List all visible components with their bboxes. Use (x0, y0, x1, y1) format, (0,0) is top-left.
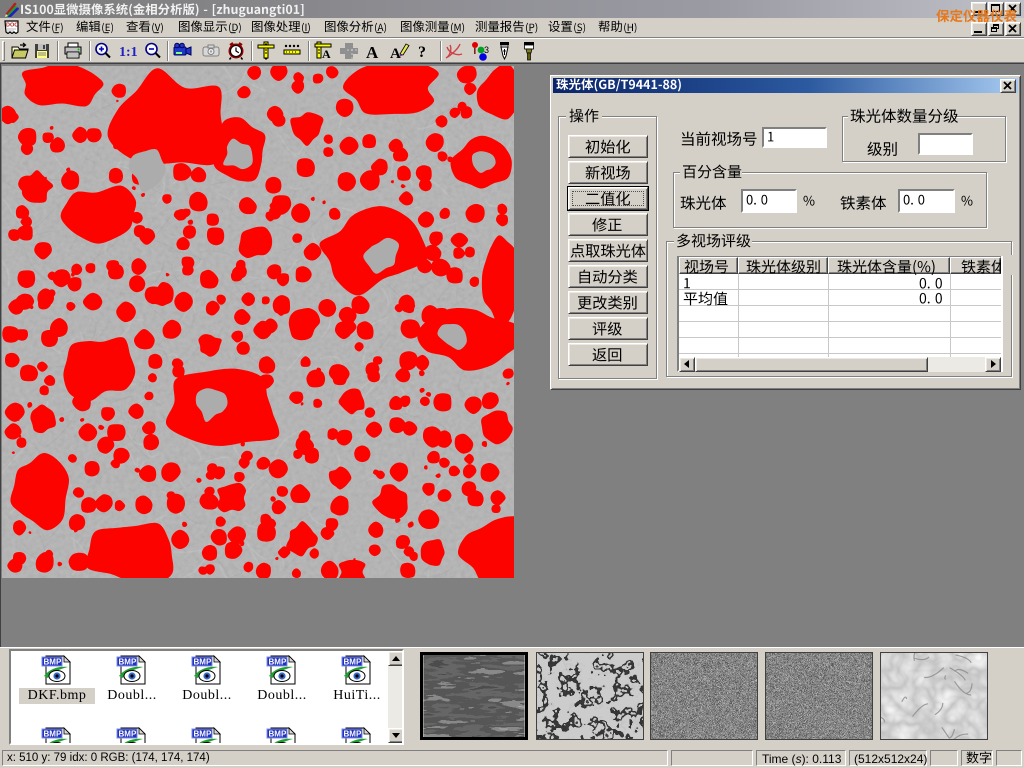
svg-text:BMP: BMP (194, 730, 212, 739)
svg-text:BMP: BMP (269, 730, 287, 739)
svg-text:BMP: BMP (194, 658, 212, 667)
svg-text:BMP: BMP (344, 730, 362, 739)
svg-text:DOC: DOC (6, 23, 18, 29)
svg-text:BMP: BMP (269, 658, 287, 667)
svg-text:1:1: 1:1 (119, 45, 138, 60)
svg-text:3: 3 (484, 45, 489, 55)
svg-text:BMP: BMP (44, 658, 62, 667)
svg-text:BMP: BMP (44, 730, 62, 739)
svg-text:BMP: BMP (344, 658, 362, 667)
svg-text:?: ? (418, 44, 426, 61)
svg-text:A: A (322, 47, 331, 61)
svg-text:A: A (366, 43, 379, 61)
svg-text:A: A (390, 46, 401, 61)
svg-text:BMP: BMP (119, 730, 137, 739)
svg-text:BMP: BMP (119, 658, 137, 667)
